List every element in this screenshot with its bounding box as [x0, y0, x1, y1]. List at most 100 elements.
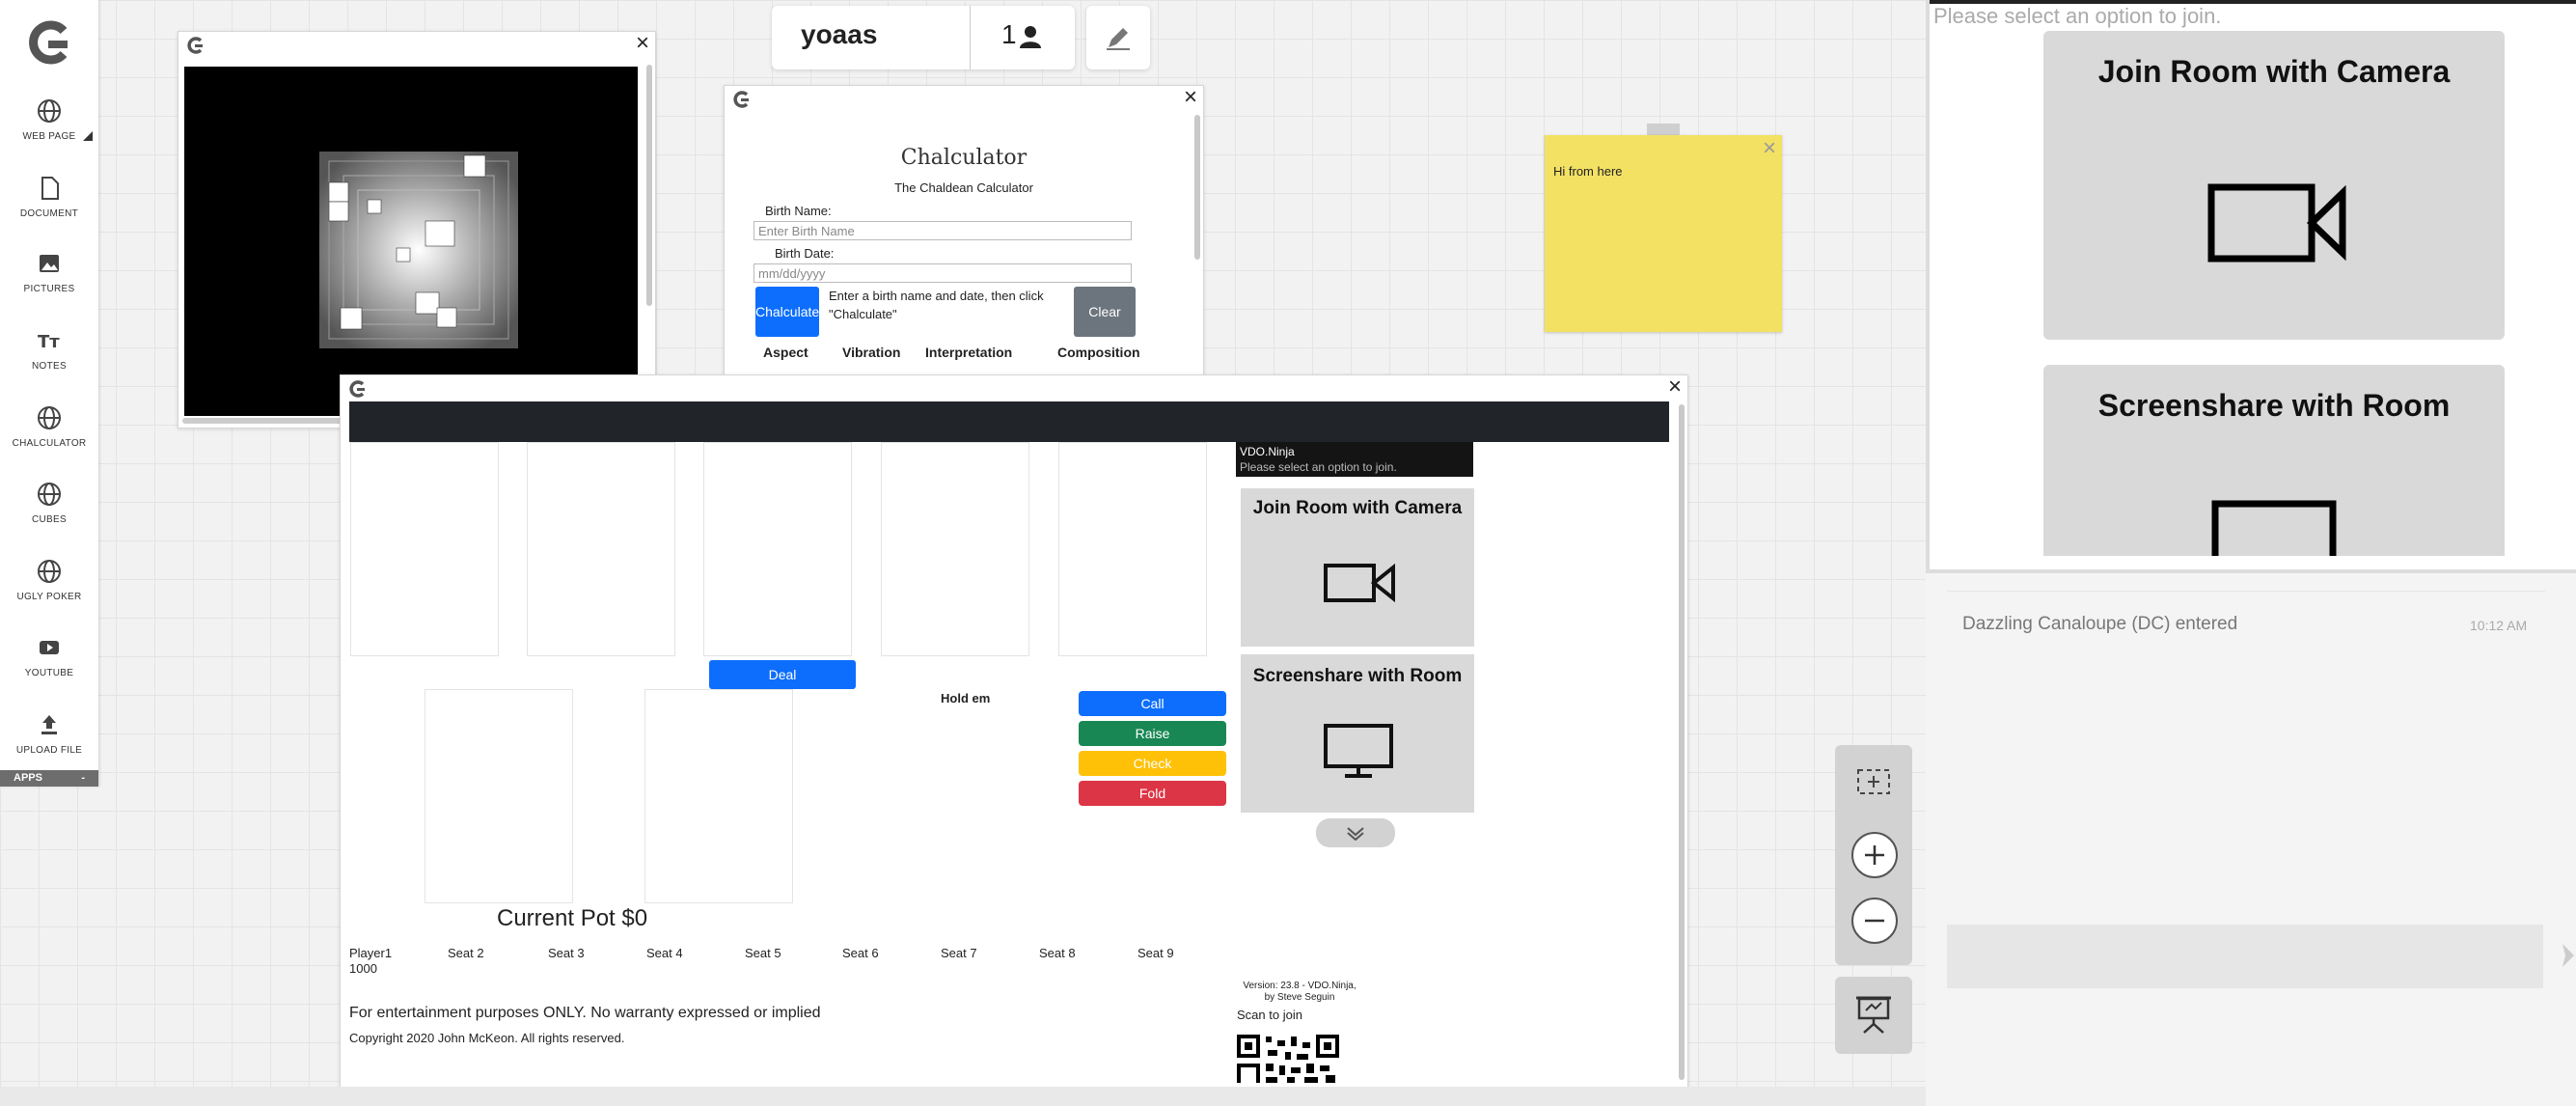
window-logo-icon — [733, 91, 749, 108]
sidebar-item-label: PICTURES — [23, 284, 75, 294]
close-icon[interactable]: × — [636, 32, 649, 55]
user-count[interactable]: 1 — [1001, 19, 1017, 50]
apps-collapse-button[interactable]: - — [81, 770, 85, 787]
scrollbar[interactable] — [1679, 404, 1685, 1080]
sidebar: WEB PAGE DOCUMENT PICTURES Tт NOTES CHAL… — [0, 0, 98, 787]
globe-icon — [38, 483, 61, 506]
sidebar-item-notes[interactable]: Tт NOTES — [0, 326, 98, 372]
pencil-icon — [1107, 28, 1130, 50]
column-composition: Composition — [1057, 345, 1140, 360]
clear-button[interactable]: Clear — [1074, 287, 1136, 337]
vdo-ninja-prompt: Please select an option to join. — [1240, 460, 1397, 474]
screenshare-label: Screenshare with Room — [1252, 666, 1463, 686]
screenshare-card[interactable]: Screenshare with Room — [2043, 365, 2505, 556]
document-icon — [41, 177, 59, 200]
sidebar-item-label: DOCUMENT — [19, 208, 79, 219]
sidebar-item-youtube[interactable]: YOUTUBE — [0, 633, 98, 678]
seat-label: Player1 — [349, 946, 393, 960]
chevron-down-icon — [1347, 827, 1364, 841]
close-icon[interactable]: × — [1668, 375, 1682, 399]
community-card-slot — [1058, 442, 1207, 656]
chalculator-instructions: Enter a birth name and date, then click … — [829, 289, 1044, 321]
room-name[interactable]: yoaas — [801, 19, 877, 50]
seat-label: Seat 6 — [842, 946, 879, 960]
birth-name-input[interactable]: Enter Birth Name — [754, 221, 1132, 240]
fit-screen-icon[interactable] — [1856, 768, 1891, 795]
plus-icon — [1865, 845, 1884, 865]
community-card-slot — [881, 442, 1029, 656]
join-camera-label: Join Room with Camera — [1252, 498, 1463, 518]
scrollbar[interactable] — [646, 65, 652, 306]
sidebar-item-pictures[interactable]: PICTURES — [0, 249, 98, 294]
monitor-icon — [1324, 724, 1393, 778]
send-icon[interactable] — [2562, 942, 2574, 969]
fold-button[interactable]: Fold — [1079, 781, 1226, 806]
join-camera-card[interactable]: Join Room with Camera — [2043, 31, 2505, 340]
draw-button[interactable] — [1086, 6, 1150, 69]
zoom-out-button[interactable] — [1851, 898, 1898, 944]
sidebar-item-label: UPLOAD FILE — [15, 745, 83, 756]
cubes-canvas[interactable] — [184, 67, 638, 416]
close-icon[interactable]: × — [1763, 135, 1776, 162]
player-card-slot — [425, 689, 573, 903]
game-type-label: Hold em — [941, 691, 991, 705]
apps-label: APPS — [14, 772, 42, 784]
scrollbar[interactable] — [1194, 115, 1200, 260]
close-icon[interactable]: × — [1184, 86, 1197, 109]
text-icon: Tт — [38, 332, 60, 352]
chat-message: Dazzling Canaloupe (DC) entered — [1962, 614, 2238, 634]
sidebar-item-label: CHALCULATOR — [12, 438, 87, 449]
sidebar-item-chalculator[interactable]: CHALCULATOR — [0, 403, 98, 449]
deal-button[interactable]: Deal — [709, 660, 856, 689]
chat-input[interactable] — [1947, 925, 2543, 988]
app-logo-icon[interactable] — [25, 19, 73, 66]
chalculate-button[interactable]: Chalculate — [755, 287, 819, 337]
chalculator-title: Chalculator — [900, 146, 1028, 170]
room-topbar: yoaas 1 — [772, 6, 1075, 69]
presentation-icon — [1856, 996, 1891, 1034]
sticky-note-text[interactable]: Hi from here — [1553, 164, 1623, 179]
globe-icon — [38, 99, 61, 123]
birth-name-label: Birth Name: — [765, 204, 832, 218]
sidebar-item-label: NOTES — [32, 361, 67, 372]
chat-panel: Dazzling Canaloupe (DC) entered 10:12 AM — [1926, 569, 2576, 1106]
community-card-slot — [703, 442, 852, 656]
bottom-scrollbar-track[interactable] — [0, 1087, 1926, 1106]
qr-code-icon — [1237, 1035, 1339, 1083]
column-vibration: Vibration — [842, 345, 901, 360]
call-button[interactable]: Call — [1079, 691, 1226, 716]
community-card-slot — [350, 442, 499, 656]
column-interpretation: Interpretation — [925, 345, 1013, 360]
zoom-in-button[interactable] — [1851, 832, 1898, 878]
cubes-graphic — [319, 152, 518, 348]
apps-bar[interactable]: APPS - — [0, 770, 98, 787]
seat-label: Seat 4 — [646, 946, 683, 960]
sidebar-item-cubes[interactable]: CUBES — [0, 480, 98, 525]
sidebar-item-upload-file[interactable]: UPLOAD FILE — [0, 710, 98, 756]
sticky-note[interactable]: × Hi from here — [1545, 135, 1782, 332]
seat-label: Seat 8 — [1039, 946, 1076, 960]
chalculator-window[interactable]: × Chalculator The Chaldean Calculator Bi… — [724, 85, 1204, 376]
globe-icon — [38, 406, 61, 429]
more-options-button[interactable] — [1316, 818, 1395, 847]
sidebar-item-document[interactable]: DOCUMENT — [0, 174, 98, 219]
raise-button[interactable]: Raise — [1079, 721, 1226, 746]
check-button[interactable]: Check — [1079, 751, 1226, 776]
presentation-button[interactable] — [1835, 977, 1912, 1054]
birth-date-input[interactable]: mm/dd/yyyy — [754, 263, 1132, 283]
join-camera-card[interactable]: Join Room with Camera — [1241, 488, 1474, 647]
globe-icon — [38, 560, 61, 583]
seat-label: Seat 2 — [448, 946, 484, 960]
seat-label: Seat 7 — [941, 946, 977, 960]
svg-text:Tт: Tт — [38, 332, 60, 352]
sidebar-item-ugly-poker[interactable]: UGLY POKER — [0, 557, 98, 602]
seat-label: Seat 3 — [548, 946, 585, 960]
chat-timestamp: 10:12 AM — [2470, 618, 2528, 633]
window-logo-icon — [187, 37, 203, 54]
scan-to-join-label: Scan to join — [1237, 1008, 1302, 1022]
vdo-version-text: Version: 23.8 - VDO.Ninja, by Steve Segu… — [1243, 981, 1357, 1003]
vdo-ninja-header: VDO.Ninja Please select an option to joi… — [1236, 442, 1473, 477]
screenshare-card[interactable]: Screenshare with Room — [1241, 654, 1474, 813]
user-icon — [1020, 26, 1041, 48]
cubes-window[interactable]: × — [178, 31, 656, 429]
